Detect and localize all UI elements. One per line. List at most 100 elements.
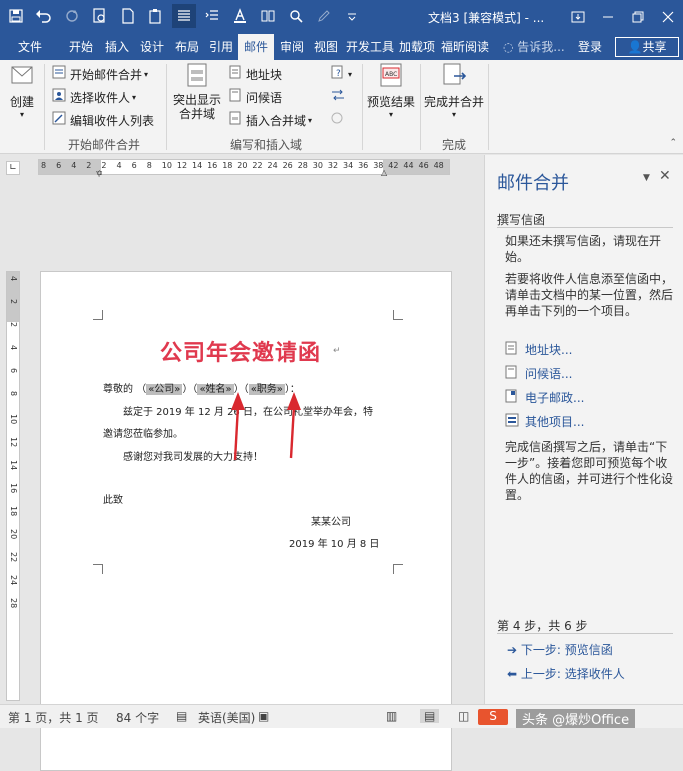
link-electronic-postage[interactable]: 电子邮政... (525, 389, 584, 406)
tab-foxit[interactable]: 福昕阅读 (440, 34, 490, 60)
collapse-ribbon-icon[interactable]: ⌃ (669, 138, 677, 148)
merge-field-company[interactable]: «公司» (146, 384, 183, 395)
print-preview-icon[interactable] (88, 4, 112, 28)
first-line-indent-icon[interactable]: ▽ (96, 169, 102, 178)
separator (420, 64, 421, 150)
vertical-ruler[interactable]: 4 2 2 4 6 8 10 12 14 16 18 20 22 24 28 (6, 271, 20, 701)
close-pane-icon[interactable]: ✕ (659, 168, 671, 184)
edit-icon[interactable] (312, 4, 336, 28)
word-count[interactable]: 84 个字 (116, 709, 159, 726)
tab-view[interactable]: 视图 (309, 34, 343, 60)
arrow-right-icon: ➔ (507, 643, 521, 657)
match-fields-button[interactable] (330, 87, 350, 109)
customize-qat-icon[interactable] (340, 4, 364, 28)
ribbon-display-icon[interactable] (563, 0, 593, 34)
ruler-tick-label: 12 (176, 161, 188, 170)
body-line-2: 邀请您莅临参加。 (103, 429, 183, 440)
link-address-block[interactable]: 地址块... (525, 341, 572, 358)
right-indent-marker-icon[interactable]: △ (381, 169, 387, 177)
rules-icon: ? (330, 64, 344, 86)
font-color-icon[interactable] (228, 4, 252, 28)
save-icon[interactable] (4, 4, 28, 28)
finish-merge-button[interactable]: 完成并合并 ▾ (424, 62, 484, 119)
edit-recipients-button[interactable]: 编辑收件人列表 (52, 110, 154, 132)
next-step-link[interactable]: ➔ 下一步: 预览信函 (507, 641, 613, 658)
restore-icon[interactable] (623, 0, 653, 34)
tab-addins[interactable]: 加载项 (396, 34, 438, 60)
link-greeting-line[interactable]: 问候语... (525, 365, 572, 382)
create-button[interactable]: 创建 ▾ (4, 62, 40, 119)
start-mail-merge-button[interactable]: 开始邮件合并 ▾ (52, 64, 148, 86)
undo-icon[interactable] (32, 4, 56, 28)
macro-icon[interactable]: ▣ (258, 709, 269, 723)
preview-results-label: 预览结果 (366, 95, 415, 109)
ruler-tick-label: 28 (9, 598, 18, 609)
ruler-tick-label: 4 (9, 276, 18, 282)
pane-options-icon[interactable]: ▼ (643, 173, 650, 183)
columns-icon[interactable] (256, 4, 280, 28)
ruler-tick-label: 10 (161, 161, 172, 170)
tab-developer[interactable]: 开发工具 (344, 34, 396, 60)
select-recipients-button[interactable]: 选择收件人 ▾ (52, 87, 136, 109)
ruler-tick-label: 24 (9, 575, 18, 586)
tab-home[interactable]: 开始 (64, 34, 98, 60)
group-label-write-insert: 编写和插入域 (230, 138, 303, 152)
ruler-tick-label: 44 (403, 161, 414, 170)
ruler-tick-label: 4 (71, 161, 77, 170)
address-block-icon (505, 341, 517, 358)
tab-selector[interactable]: ∟ (6, 161, 20, 175)
document-title: 文档3 [兼容模式] - ... (428, 11, 545, 25)
previous-step-link[interactable]: ⬅ 上一步: 选择收件人 (507, 665, 625, 682)
share-button[interactable]: 👤共享 (615, 37, 679, 57)
indent-icon[interactable] (200, 4, 224, 28)
chevron-down-icon: ▾ (19, 110, 24, 119)
read-mode-icon[interactable]: ▥ (386, 709, 397, 723)
ruler-tick-label: 22 (9, 552, 18, 563)
ruler-tick-label: 24 (267, 161, 278, 170)
address-block-button[interactable]: 地址块 (228, 64, 282, 86)
rules-button[interactable]: ? ▾ (330, 64, 352, 86)
tab-review[interactable]: 审阅 (275, 34, 309, 60)
paste-icon[interactable] (144, 4, 168, 28)
tell-me-box[interactable]: ◌ 告诉我... (503, 34, 565, 60)
update-labels-button[interactable] (330, 110, 348, 132)
insert-merge-field-button[interactable]: 插入合并域 ▾ (228, 110, 312, 132)
finish-merge-icon (440, 62, 468, 91)
tab-design[interactable]: 设计 (135, 34, 169, 60)
ruler-tick-label: 34 (343, 161, 354, 170)
link-more-items[interactable]: 其他项目... (525, 413, 584, 430)
ruler-tick-label: 8 (9, 391, 18, 397)
tab-mailings[interactable]: 邮件 (238, 34, 274, 60)
ruler-tick-label: 26 (282, 161, 293, 170)
proofing-icon[interactable]: ▤ (176, 709, 187, 723)
greeting-line-button[interactable]: 问候语 (228, 87, 282, 109)
tab-file[interactable]: 文件 (8, 34, 52, 60)
chevron-down-icon: ▾ (348, 70, 353, 79)
input-method-icon[interactable]: S (478, 709, 508, 725)
tab-references[interactable]: 引用 (204, 34, 238, 60)
tab-layout[interactable]: 布局 (170, 34, 204, 60)
page-count[interactable]: 第 1 页，共 1 页 (8, 709, 99, 726)
mail-merge-icon (52, 64, 66, 86)
address-block-label: 地址块 (246, 68, 283, 82)
pane-instruction-3: 完成信函撰写之后，请单击“下一步”。接着您即可预览每个收件人的信函，并可进行个性… (505, 440, 674, 502)
web-layout-icon[interactable]: ◫ (458, 709, 469, 723)
language-indicator[interactable]: 英语(美国) (198, 709, 255, 726)
ruler-tick-label: 8 (146, 161, 152, 170)
select-recipients-label: 选择收件人 (70, 91, 131, 105)
login-link[interactable]: 登录 (578, 34, 602, 60)
new-document-icon[interactable] (116, 4, 140, 28)
print-layout-icon[interactable]: ▤ (420, 709, 440, 723)
preview-results-button[interactable]: ABC 预览结果 ▾ (366, 62, 416, 119)
document-page[interactable]: 公司年会邀请函 ↵ 尊敬的 （«公司» ）（ «姓名» ）（ «职务»）： 兹定于 20… (40, 271, 452, 771)
find-icon[interactable] (284, 4, 308, 28)
align-icon[interactable] (172, 4, 196, 28)
redo-icon[interactable] (60, 4, 84, 28)
margin-corner (393, 310, 403, 320)
ruler-tick-label: 46 (418, 161, 429, 170)
tab-insert[interactable]: 插入 (100, 34, 134, 60)
next-step-label: 下一步: 预览信函 (520, 643, 613, 657)
minimize-icon[interactable] (593, 0, 623, 34)
highlight-fields-button[interactable]: 突出显示合并域 (170, 62, 224, 121)
close-window-icon[interactable] (653, 0, 683, 34)
